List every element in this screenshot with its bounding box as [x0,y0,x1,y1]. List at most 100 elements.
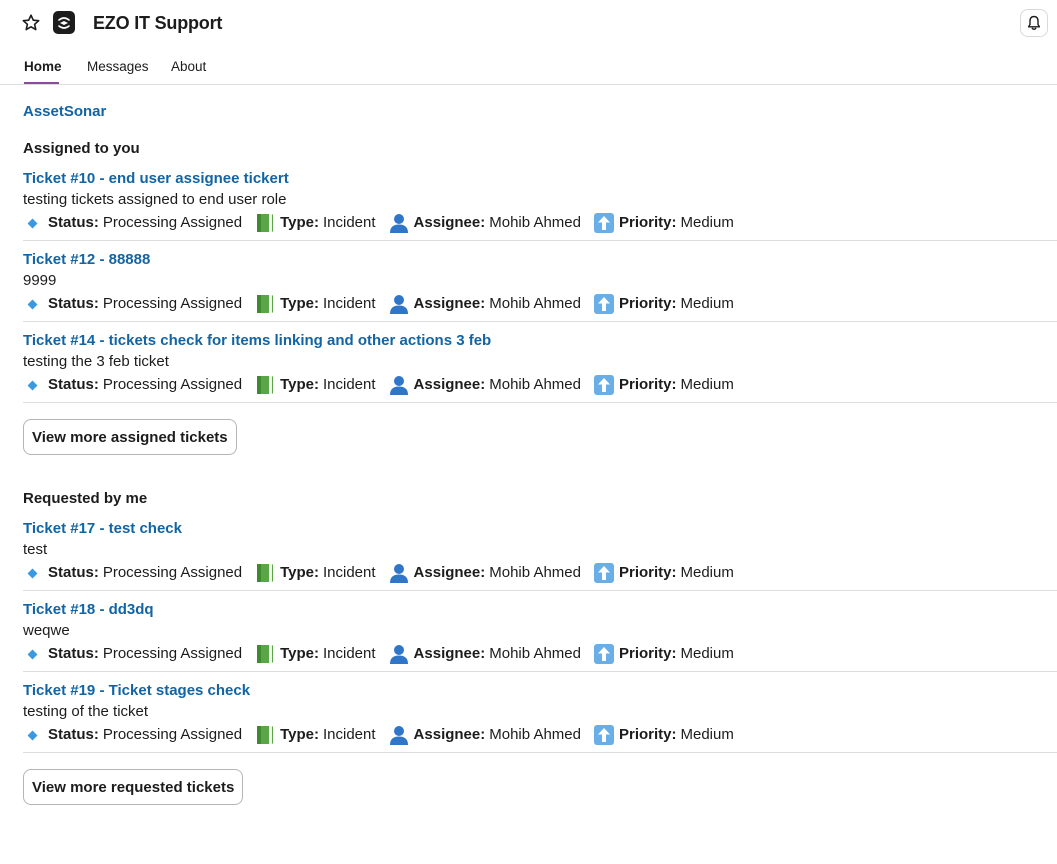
up-arrow-icon [593,375,614,395]
assignee-label: Assignee: [413,376,486,393]
status-label: Status: [48,376,99,393]
app-header: EZO IT Support [0,0,1057,46]
priority-label: Priority: [618,564,677,581]
up-arrow-icon [593,644,614,664]
priority-label: Priority: [618,645,677,662]
requested-more-wrap: View more requested tickets [23,769,1057,805]
status-label: Status: [48,726,99,743]
status-label: Status: [48,645,99,662]
bell-icon[interactable] [1020,9,1048,37]
priority-value: Medium [680,645,734,662]
assignee-value: Mohib Ahmed [489,564,581,581]
home-content: AssetSonar Assigned to you Ticket #10 - … [23,96,1057,805]
ticket-description: weqwe [23,622,70,639]
ticket-title-link[interactable]: Ticket #18 - dd3dq [23,600,1057,620]
ticket-meta: Status: Processing Assigned Type: Incide… [23,723,1057,747]
ticket-card: Ticket #19 - Ticket stages check testing… [23,672,1057,753]
person-silhouette-icon [389,644,409,664]
type-value: Incident [323,214,376,231]
ezo-app-icon [53,11,75,34]
status-value: Processing Assigned [102,645,243,662]
person-silhouette-icon [389,725,409,745]
person-silhouette-icon [389,213,409,233]
ticket-card: Ticket #18 - dd3dq weqwe Status: Process… [23,591,1057,672]
blue-diamond-icon [27,649,38,659]
status-value: Processing Assigned [102,214,243,231]
green-book-icon [255,294,275,314]
ticket-meta: Status: Processing Assigned Type: Incide… [23,211,1057,235]
type-value: Incident [323,564,376,581]
ticket-title-link[interactable]: Ticket #17 - test check [23,519,1057,539]
ticket-meta: Status: Processing Assigned Type: Incide… [23,642,1057,666]
star-icon[interactable] [20,12,42,34]
status-label: Status: [48,295,99,312]
up-arrow-icon [593,725,614,745]
priority-label: Priority: [618,376,677,393]
type-label: Type: [280,376,319,393]
ticket-title-link[interactable]: Ticket #10 - end user assignee tickert [23,169,1057,189]
blue-diamond-icon [27,299,38,309]
type-label: Type: [280,295,319,312]
blue-diamond-icon [27,380,38,390]
type-label: Type: [280,564,319,581]
assetsonar-link[interactable]: AssetSonar [23,102,1057,122]
ticket-description: testing of the ticket [23,703,149,720]
status-label: Status: [48,214,99,231]
ticket-title-link[interactable]: Ticket #19 - Ticket stages check [23,681,1057,701]
green-book-icon [255,213,275,233]
ticket-card: Ticket #10 - end user assignee tickert t… [23,159,1057,241]
status-label: Status: [48,564,99,581]
tab-messages[interactable]: Messages [87,58,149,84]
blue-diamond-icon [27,218,38,228]
tab-home[interactable]: Home [24,58,62,84]
assignee-value: Mohib Ahmed [489,214,581,231]
assignee-label: Assignee: [413,564,486,581]
priority-value: Medium [680,295,734,312]
priority-label: Priority: [618,726,677,743]
ticket-card: Ticket #17 - test check test Status: Pro… [23,509,1057,591]
blue-diamond-icon [27,730,38,740]
priority-label: Priority: [618,214,677,231]
app-title: EZO IT Support [93,13,223,33]
view-more-assigned-button[interactable]: View more assigned tickets [23,419,237,455]
priority-label: Priority: [618,295,677,312]
ticket-title-link[interactable]: Ticket #14 - tickets check for items lin… [23,331,1057,351]
assignee-value: Mohib Ahmed [489,295,581,312]
tab-about[interactable]: About [171,58,206,84]
view-more-requested-button[interactable]: View more requested tickets [23,769,244,805]
requested-section-title: Requested by me [23,490,148,507]
tab-bar: Home Messages About [0,50,1057,85]
priority-value: Medium [680,214,734,231]
blue-diamond-icon [27,568,38,578]
type-label: Type: [280,726,319,743]
up-arrow-icon [593,563,614,583]
up-arrow-icon [593,294,614,314]
person-silhouette-icon [389,563,409,583]
assignee-label: Assignee: [413,726,486,743]
type-value: Incident [323,376,376,393]
type-label: Type: [280,645,319,662]
assignee-value: Mohib Ahmed [489,726,581,743]
green-book-icon [255,644,275,664]
person-silhouette-icon [389,375,409,395]
status-value: Processing Assigned [102,564,243,581]
assignee-value: Mohib Ahmed [489,645,581,662]
type-value: Incident [323,645,376,662]
ticket-description: testing the 3 feb ticket [23,353,169,370]
assigned-more-wrap: View more assigned tickets [23,419,1057,455]
type-label: Type: [280,214,319,231]
up-arrow-icon [593,213,614,233]
status-value: Processing Assigned [102,726,243,743]
assignee-value: Mohib Ahmed [489,376,581,393]
ticket-meta: Status: Processing Assigned Type: Incide… [23,561,1057,585]
priority-value: Medium [680,376,734,393]
assignee-label: Assignee: [413,295,486,312]
status-value: Processing Assigned [102,376,243,393]
ticket-meta: Status: Processing Assigned Type: Incide… [23,292,1057,316]
priority-value: Medium [680,726,734,743]
ticket-title-link[interactable]: Ticket #12 - 88888 [23,250,1057,270]
ticket-meta: Status: Processing Assigned Type: Incide… [23,373,1057,397]
type-value: Incident [323,295,376,312]
ticket-card: Ticket #12 - 88888 9999 Status: Processi… [23,241,1057,322]
